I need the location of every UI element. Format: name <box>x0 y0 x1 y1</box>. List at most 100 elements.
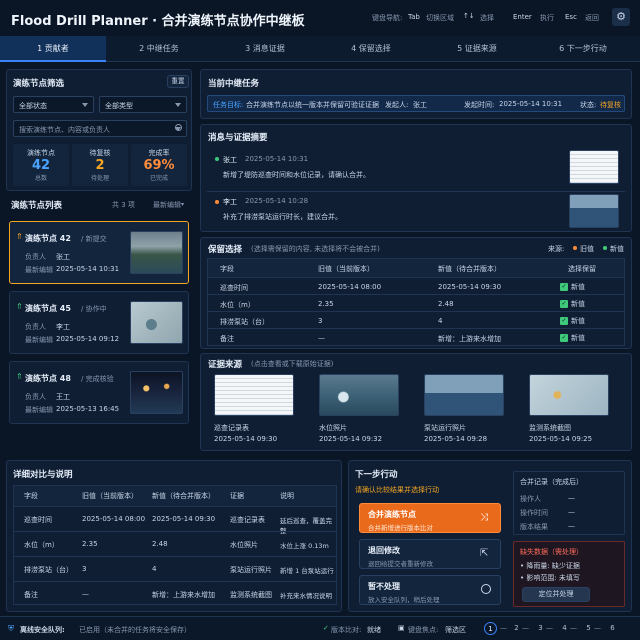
missing-item: • 降雨量: 缺少证据 <box>520 562 580 570</box>
keep-checkbox[interactable]: ✓ 新值 <box>560 316 585 326</box>
tab-evidence-source[interactable]: 5 证据来源 <box>424 36 530 62</box>
node-name: 演练节点 45 <box>25 304 71 313</box>
node-card[interactable]: ⇑ 演练节点 45 / 协作中 负责人 李工 最新编辑 2025-05-14 0… <box>9 291 189 354</box>
page-separator: — <box>570 624 577 632</box>
detail-title: 详细对比与说明 <box>13 470 73 480</box>
node-card[interactable]: ⇑ 演练节点 42 / 新提交 负责人 张工 最新编辑 2025-05-14 1… <box>9 221 189 284</box>
field-cell: 巡查时间 <box>24 516 52 524</box>
merge-button[interactable]: 合并演练节点 合并新增进行版本比对 ⤨ <box>359 503 501 533</box>
filter-title: 演练节点筛选 <box>13 79 65 89</box>
node-thumbnail <box>130 231 183 274</box>
stat-label: 演练节点 <box>27 149 55 157</box>
table-row: 备注 — 新增：上游来水增加 监测系统截图 补充来水情况说明 <box>14 581 336 606</box>
page-1[interactable]: 1 <box>484 622 497 635</box>
page-separator: — <box>522 624 529 632</box>
evidence-card[interactable]: 水位照片 2025-05-14 09:32 <box>316 372 416 448</box>
edit-label: 最新编辑 <box>25 406 53 414</box>
page-6[interactable]: 6 <box>606 622 619 635</box>
type-select[interactable]: 全部类型 <box>99 96 187 113</box>
node-icon: ⇑ <box>16 232 23 241</box>
sort-icon[interactable]: ▾ <box>181 201 184 208</box>
header-old: 旧值（当前版本） <box>82 492 138 500</box>
evidence-cell[interactable]: 水位照片 <box>230 540 258 550</box>
status-select[interactable]: 全部状态 <box>13 96 94 113</box>
evidence-cell[interactable]: 监测系统截图 <box>230 590 272 600</box>
keep-checkbox[interactable]: ✓ 新值 <box>560 282 585 292</box>
owner-name: 李工 <box>56 323 70 331</box>
message-author: 张工 <box>223 156 237 164</box>
initiator: 张工 <box>413 101 427 109</box>
evidence-card[interactable]: 监测系统截图 2025-05-14 09:25 <box>526 372 626 448</box>
edit-label: 最新编辑 <box>25 266 53 274</box>
evidence-cell[interactable]: 泵站运行照片 <box>230 565 272 575</box>
record-value: — <box>568 508 575 516</box>
new-cell: 新增：上游来水增加 <box>438 335 501 343</box>
node-icon: ⇑ <box>16 372 23 381</box>
messages-panel: 消息与证据摘要 张工 2025-05-14 10:31 新增了堤防巡查时间和水位… <box>200 124 632 232</box>
return-button[interactable]: 退回修改 退回给提交者重新修改 ⇱ <box>359 539 501 569</box>
record-value: — <box>568 522 575 530</box>
record-value: — <box>568 494 575 502</box>
table-row: 巡查时间 2025-05-14 08:00 2025-05-14 09:30 巡… <box>14 506 336 535</box>
action-title: 暂不处理 <box>368 582 400 591</box>
message-item[interactable]: 张工 2025-05-14 10:31 新增了堤防巡查时间和水位记录，请确认合并… <box>207 148 625 190</box>
message-item[interactable]: 李工 2025-05-14 10:28 补充了排涝泵站运行时长，建议合并。 <box>207 191 625 231</box>
old-cell: — <box>318 334 325 342</box>
new-cell: 2025-05-14 09:30 <box>438 283 502 291</box>
task-title: 当前中继任务 <box>208 79 260 89</box>
messages-title: 消息与证据摘要 <box>208 133 268 143</box>
keep-checkbox[interactable]: ✓ 新值 <box>560 299 585 309</box>
evidence-card[interactable]: 巡查记录表 2025-05-14 09:30 <box>211 372 311 448</box>
search-icon[interactable] <box>175 124 182 131</box>
tab-relay-task[interactable]: 2 中继任务 <box>106 36 212 62</box>
legend-new-dot <box>603 246 607 250</box>
shortcut-desc-arrows: 选择 <box>480 14 494 22</box>
keep-value: 新值 <box>571 283 585 291</box>
tab-next-action[interactable]: 6 下一步行动 <box>530 36 636 62</box>
locate-label: 定位并处理 <box>538 590 574 598</box>
node-card[interactable]: ⇑ 演练节点 48 / 完成核验 负责人 王工 最新编辑 2025-05-13 … <box>9 361 189 424</box>
owner-label: 负责人 <box>25 393 46 401</box>
edit-time: 2025-05-14 09:12 <box>56 335 120 343</box>
check-icon: ✓ <box>560 334 568 342</box>
old-cell: 3 <box>82 565 87 573</box>
tab-keep-choice[interactable]: 4 保留选择 <box>318 36 424 62</box>
node-list-sort[interactable]: 最新编辑 <box>153 200 181 210</box>
tab-message-evidence[interactable]: 3 消息证据 <box>212 36 318 62</box>
detail-table: 字段 旧值（当前版本） 新值（待合并版本） 证据 说明 巡查时间 2025-05… <box>13 485 337 605</box>
owner-name: 王工 <box>56 393 70 401</box>
node-tag: / 新提交 <box>81 235 107 243</box>
focus-label: 键盘焦点: <box>408 626 439 634</box>
defer-button[interactable]: 暂不处理 放入安全队列，稍后处理 <box>359 575 501 605</box>
note-cell: 新增 1 台泵站运行 <box>280 567 334 575</box>
node-thumbnail <box>130 371 183 414</box>
node-tag: / 协作中 <box>81 305 107 313</box>
settings-button[interactable]: ⚙ <box>612 8 630 26</box>
evidence-card[interactable]: 泵站运行照片 2025-05-14 09:28 <box>421 372 521 448</box>
initiator-label: 发起人: <box>385 101 409 109</box>
reset-button[interactable]: 重置 <box>167 75 189 88</box>
relay-task-panel: 当前中继任务 任务目标: 合并演练节点以统一版本并保留可验证证据 发起人: 张工… <box>200 69 632 119</box>
locate-button[interactable]: 定位并处理 <box>522 587 590 602</box>
node-tag: / 完成核验 <box>81 375 114 383</box>
gear-icon: ⚙ <box>616 10 626 23</box>
message-time: 2025-05-14 10:28 <box>245 197 309 205</box>
owner-label: 负责人 <box>25 323 46 331</box>
message-attachment-thumb[interactable] <box>569 150 619 184</box>
owner-name: 张工 <box>56 253 70 261</box>
evidence-cell[interactable]: 巡查记录表 <box>230 515 265 525</box>
stat-card-completion: 完成率 69% 已完成 <box>131 144 187 186</box>
keep-checkbox[interactable]: ✓ 新值 <box>560 333 585 343</box>
tab-contributors[interactable]: 1 贡献者 <box>0 36 106 62</box>
merge-record-box: 合并记录（完成后） 操作人 — 操作时间 — 版本结果 — <box>513 471 625 535</box>
evidence-thumb <box>319 374 399 416</box>
focus-icon: ▣ <box>398 624 405 632</box>
old-cell: 3 <box>318 317 323 325</box>
header-note: 说明 <box>280 492 294 500</box>
new-cell: 2025-05-14 09:30 <box>152 515 216 523</box>
missing-data-box: 缺失数据（需处理） • 降雨量: 缺少证据 • 影响范围: 未填写 定位并处理 <box>513 541 625 607</box>
message-attachment-thumb[interactable] <box>569 194 619 228</box>
check-icon: ✓ <box>560 283 568 291</box>
evidence-hint: (点击查看或下载原始证据) <box>251 360 334 368</box>
search-input[interactable]: 搜索演练节点、内容或负责人 <box>13 120 187 137</box>
